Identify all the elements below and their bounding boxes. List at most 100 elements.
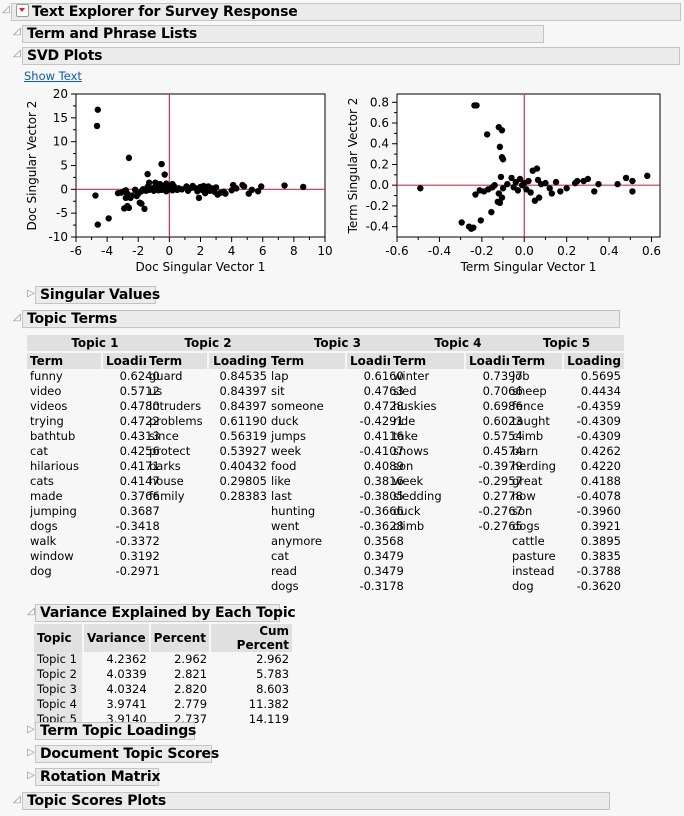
data-point xyxy=(92,192,99,199)
percent-cell: 2.962 xyxy=(174,652,208,666)
loading-cell: 0.3687 xyxy=(119,504,160,518)
loading-cell: 0.4220 xyxy=(580,459,621,473)
cum-percent-cell: 8.603 xyxy=(256,682,290,696)
section-variance-explained[interactable]: Variance Explained by Each Topic xyxy=(35,604,296,622)
data-point xyxy=(161,185,168,192)
show-text-link[interactable]: Show Text xyxy=(24,69,82,83)
section-title: Singular Values xyxy=(40,287,160,303)
table-row: someone 0.4728 xyxy=(268,399,407,414)
data-point xyxy=(239,181,246,189)
term-cell: us xyxy=(149,384,163,398)
table-row: went -0.3628 xyxy=(268,519,407,534)
data-point xyxy=(208,185,215,192)
data-point xyxy=(580,177,587,185)
term-cell: barn xyxy=(512,444,539,458)
table-row: cat 0.4256 xyxy=(27,444,163,459)
data-point xyxy=(495,123,503,131)
data-point xyxy=(476,187,483,194)
table-row: now -0.4078 xyxy=(509,489,624,504)
table-row: made 0.3766 xyxy=(27,489,163,504)
data-point xyxy=(510,184,517,191)
data-point xyxy=(228,187,235,194)
disclosure-closed-icon[interactable]: ▷ xyxy=(27,748,35,758)
loading-cell: 0.40432 xyxy=(219,459,267,473)
term-cell: week xyxy=(271,444,302,458)
data-point xyxy=(498,154,506,161)
term-cell: cattle xyxy=(512,534,545,548)
term-cell: sheep xyxy=(512,384,547,398)
data-point xyxy=(158,160,165,168)
data-point xyxy=(145,179,153,186)
table-row: funny 0.6240 xyxy=(27,369,163,384)
section-topic-scores-plots[interactable]: Topic Scores Plots xyxy=(22,792,610,810)
disclosure-closed-icon[interactable]: ▷ xyxy=(27,771,35,781)
loading-cell: 0.84397 xyxy=(219,384,267,398)
term-cell: dog xyxy=(512,579,534,593)
x-tick-label: 4 xyxy=(228,244,236,258)
data-point xyxy=(122,187,129,194)
disclosure-open-icon[interactable]: ◿ xyxy=(13,49,21,59)
data-point xyxy=(229,181,237,189)
table-row: protect 0.53927 xyxy=(146,444,270,459)
section-topic-terms[interactable]: Topic Terms xyxy=(22,310,620,328)
disclosure-open-icon[interactable]: ◿ xyxy=(27,607,35,617)
data-point xyxy=(534,176,542,184)
term-cell: winter xyxy=(393,369,430,383)
section-title: Term and Phrase Lists xyxy=(27,26,198,42)
table-row: barn 0.4262 xyxy=(509,444,624,459)
section-singular-values[interactable]: Singular Values xyxy=(35,286,160,304)
data-point xyxy=(214,191,221,198)
data-point xyxy=(542,179,549,187)
data-point xyxy=(150,187,158,194)
section-title: Topic Terms xyxy=(27,311,118,327)
data-point xyxy=(136,199,144,206)
data-point xyxy=(529,167,536,174)
col-header-variance: Variance xyxy=(83,624,151,652)
data-point xyxy=(163,188,170,195)
term-cell: protect xyxy=(149,444,191,458)
section-term-topic-loadings[interactable]: Term Topic Loadings xyxy=(35,722,196,740)
data-point xyxy=(527,189,534,196)
data-point xyxy=(563,185,570,192)
data-point xyxy=(144,183,151,191)
data-point xyxy=(498,194,506,201)
disclosure-open-icon[interactable]: ◿ xyxy=(13,795,21,805)
data-point xyxy=(523,186,530,193)
data-point xyxy=(489,184,496,191)
disclosure-open-icon[interactable]: ◿ xyxy=(2,5,10,15)
table-row: last -0.3805 xyxy=(268,489,407,504)
term-cell: ride xyxy=(393,414,416,428)
section-term-phrase-lists[interactable]: Term and Phrase Lists xyxy=(22,25,544,43)
table-row: instead -0.3788 xyxy=(509,564,624,579)
section-document-topic-scores[interactable]: Document Topic Scores xyxy=(35,745,219,763)
table-row: week -0.4107 xyxy=(268,444,407,459)
x-tick-label: -0.2 xyxy=(470,244,493,258)
term-cell: sledding xyxy=(393,489,442,503)
section-svd-plots[interactable]: SVD Plots xyxy=(22,47,680,65)
x-axis-label: Doc Singular Vector 1 xyxy=(136,260,266,274)
data-point xyxy=(178,186,186,193)
table-row: duck -0.2767 xyxy=(390,504,526,519)
disclosure-closed-icon[interactable]: ▷ xyxy=(27,725,35,735)
topic-cell: Topic 3 xyxy=(34,682,84,697)
disclosure-open-icon[interactable]: ◿ xyxy=(13,313,21,323)
topic-table-3: Topic 3 Term Loading lap 0.6160 sit 0.4763 some… xyxy=(268,335,407,594)
data-point xyxy=(128,192,136,199)
disclosure-open-icon[interactable]: ◿ xyxy=(13,27,21,37)
red-triangle-menu-icon[interactable] xyxy=(16,4,29,17)
data-point xyxy=(300,183,307,191)
term-cell: read xyxy=(271,564,297,578)
section-rotation-matrix[interactable]: Rotation Matrix xyxy=(35,768,160,786)
data-point xyxy=(152,183,159,190)
table-row: trying 0.4722 xyxy=(27,414,163,429)
term-cell: great xyxy=(512,474,543,488)
x-tick-label: 0.0 xyxy=(515,244,534,258)
percent-cell: 2.820 xyxy=(174,682,208,696)
loading-cell: 0.5695 xyxy=(580,369,621,383)
table-row: Topic 2 4.0339 2.821 5.783 xyxy=(34,667,292,682)
col-header-topic: Topic xyxy=(34,624,84,652)
table-row: take 0.5754 xyxy=(390,429,526,444)
report-title-bar[interactable]: Text Explorer for Survey Response xyxy=(11,3,681,21)
disclosure-closed-icon[interactable]: ▷ xyxy=(27,289,35,299)
data-point xyxy=(483,131,491,138)
